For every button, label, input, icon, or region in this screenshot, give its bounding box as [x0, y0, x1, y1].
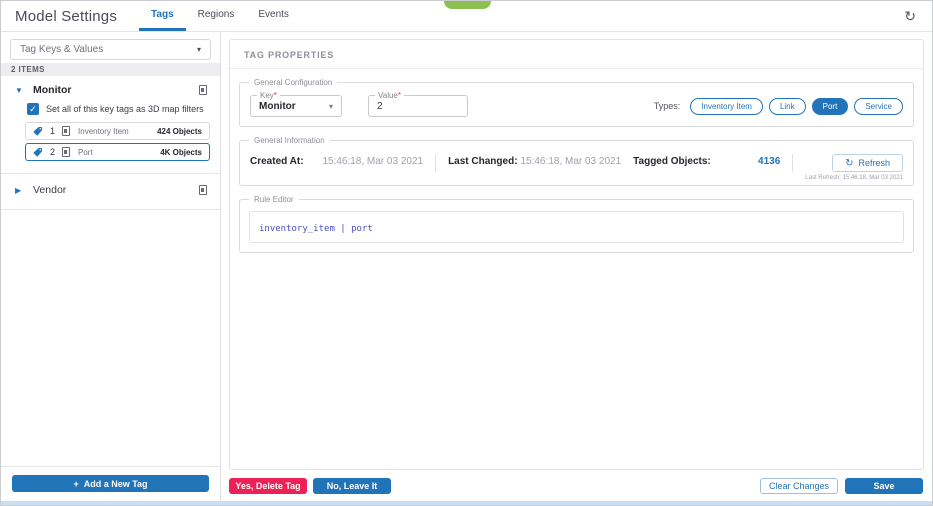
content: Tag Keys & Values ▾ 2 ITEMS ▼ Monitor ✓ … [1, 32, 932, 501]
tab-bar: Tags Regions Events [139, 1, 301, 31]
tagged-objects-value[interactable]: 4136 [758, 156, 780, 167]
last-changed-label: Last Changed: [448, 156, 518, 167]
value-label: Value [378, 91, 398, 100]
rule-text: inventory_item | port [259, 224, 373, 234]
value-input[interactable]: Value* 2 [368, 91, 468, 117]
map-filter-label: Set all of this key tags as 3D map filte… [46, 104, 204, 114]
tag-value: 2 [50, 147, 56, 157]
page-title: Model Settings [15, 7, 118, 25]
tagged-objects-segment: Tagged Objects: 4136 [633, 154, 780, 167]
refresh-icon: ↻ [845, 157, 854, 169]
fieldset-general-configuration: General Configuration Key* Monitor ▾ Val… [239, 78, 914, 127]
save-button[interactable]: Save [845, 477, 923, 494]
group-name: Monitor [33, 84, 72, 96]
tag-type: Port [78, 147, 93, 157]
sidebar-footer: + Add a New Tag [1, 466, 220, 501]
add-tag-button[interactable]: + Add a New Tag [12, 475, 209, 492]
chevron-down-icon: ▼ [15, 85, 23, 95]
value-input-value: 2 [377, 100, 383, 112]
refresh-icon[interactable]: ↻ [904, 9, 916, 23]
rule-editor-input[interactable]: inventory_item | port [249, 211, 904, 243]
items-count: 2 ITEMS [1, 63, 220, 76]
group-header-monitor[interactable]: ▼ Monitor [1, 76, 220, 101]
last-changed-segment: Last Changed: 15:46:18, Mar 03 2021 [448, 154, 621, 167]
dropdown-label: Tag Keys & Values [20, 44, 104, 55]
last-refresh-note: Last Refresh: 15:46:18, Mar 03 2021 [805, 175, 903, 181]
card-icon [62, 126, 71, 136]
fieldset-legend: General Configuration [249, 78, 338, 87]
fieldset-rule-editor: Rule Editor inventory_item | port [239, 195, 914, 253]
type-pill-port[interactable]: Port [811, 97, 849, 115]
main-area: TAG PROPERTIES General Configuration Key… [221, 32, 932, 501]
types-label: Types: [653, 101, 681, 111]
tab-regions[interactable]: Regions [186, 1, 247, 31]
clear-changes-button[interactable]: Clear Changes [759, 477, 838, 494]
fieldset-legend: General Information [249, 136, 330, 145]
tag-icon [33, 147, 43, 157]
plus-icon: + [73, 478, 79, 489]
tagged-objects-label: Tagged Objects: [633, 156, 711, 167]
map-filter-checkbox[interactable]: ✓ [27, 103, 39, 115]
tag-value: 1 [50, 126, 56, 136]
type-pill-service[interactable]: Service [854, 97, 903, 115]
key-label: Key [260, 91, 274, 100]
card-icon [62, 147, 71, 157]
group-header-vendor[interactable]: ▶ Vendor [1, 174, 220, 205]
key-select-value: Monitor [259, 100, 296, 112]
required-asterisk: * [273, 91, 277, 100]
card-icon[interactable] [199, 85, 207, 95]
tag-type: Inventory Item [78, 126, 129, 136]
delete-cancel-button[interactable]: No, Leave It [313, 477, 391, 494]
bottom-strip [1, 501, 932, 505]
tag-object-count: 424 Objects [157, 126, 202, 136]
vertical-divider [792, 154, 794, 172]
tab-tags[interactable]: Tags [139, 1, 186, 31]
created-at-label: Created At: [250, 156, 304, 167]
tag-properties-panel: TAG PROPERTIES General Configuration Key… [229, 39, 924, 470]
main-footer: Yes, Delete Tag No, Leave It Clear Chang… [229, 470, 924, 501]
tag-object-count: 4K Objects [160, 147, 202, 157]
sidebar: Tag Keys & Values ▾ 2 ITEMS ▼ Monitor ✓ … [1, 32, 221, 501]
card-icon[interactable] [199, 185, 207, 195]
fieldset-general-information: General Information Created At: 15:46:18… [239, 136, 914, 186]
chevron-down-icon: ▾ [196, 45, 201, 54]
map-filter-row: ✓ Set all of this key tags as 3D map fil… [1, 101, 220, 119]
refresh-column: ↻ Refresh Last Refresh: 15:46:18, Mar 03… [805, 154, 903, 181]
tag-row-1[interactable]: 1 Inventory Item 424 Objects [25, 122, 210, 140]
required-asterisk: * [397, 91, 401, 100]
chevron-down-icon: ▾ [328, 101, 333, 111]
add-tag-label: Add a New Tag [83, 478, 148, 489]
type-pill-link[interactable]: Link [768, 97, 806, 115]
vertical-divider [435, 154, 437, 172]
type-pill-inventory-item[interactable]: Inventory Item [690, 97, 763, 115]
refresh-button[interactable]: ↻ Refresh [832, 154, 903, 172]
group-name: Vendor [33, 184, 67, 196]
created-at-value: 15:46:18, Mar 03 2021 [322, 156, 424, 167]
tag-row-2[interactable]: 2 Port 4K Objects [25, 143, 210, 161]
fieldset-legend: Rule Editor [249, 195, 299, 204]
tab-events[interactable]: Events [246, 1, 301, 31]
check-icon: ✓ [29, 103, 37, 114]
tag-icon [33, 126, 43, 136]
model-settings-page: Model Settings Tags Regions Events ↻ Tag… [0, 0, 933, 506]
panel-title: TAG PROPERTIES [230, 40, 923, 69]
key-select[interactable]: Key* Monitor ▾ [250, 91, 342, 117]
tag-keys-values-dropdown[interactable]: Tag Keys & Values ▾ [10, 39, 211, 60]
refresh-button-label: Refresh [858, 158, 890, 168]
created-at-segment: Created At: 15:46:18, Mar 03 2021 [250, 154, 423, 167]
delete-confirm-button[interactable]: Yes, Delete Tag [229, 477, 307, 494]
chevron-right-icon: ▶ [15, 185, 22, 195]
last-changed-value: 15:46:18, Mar 03 2021 [520, 156, 622, 167]
toast-notification [444, 1, 491, 9]
